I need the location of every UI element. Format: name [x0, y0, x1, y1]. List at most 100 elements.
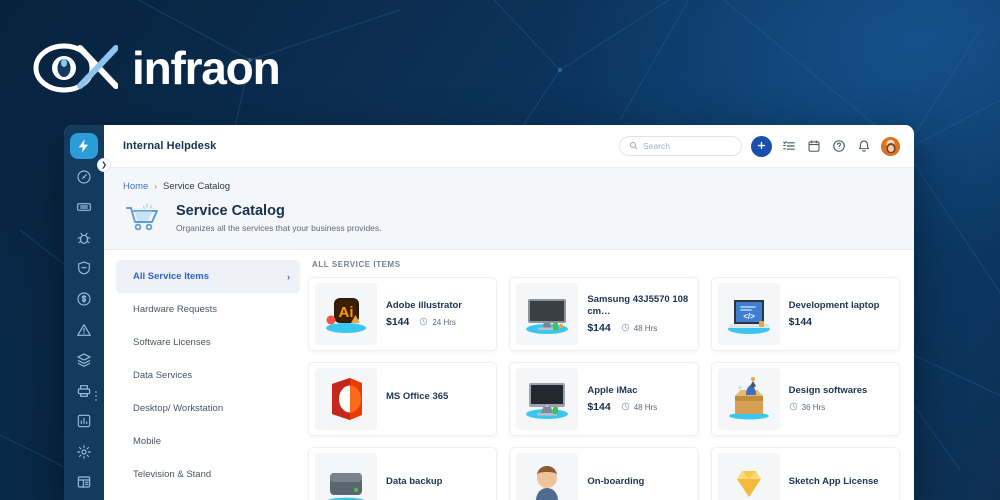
catalog-card-hours: 48 Hrs: [621, 402, 658, 413]
bug-icon: [76, 230, 92, 246]
rail-overflow-dots[interactable]: [95, 391, 97, 401]
category-item-software-licenses[interactable]: Software Licenses: [116, 326, 300, 359]
category-label: Desktop/ Workstation: [133, 403, 224, 414]
catalog-card-meta: $144: [789, 316, 893, 328]
app-title: Internal Helpdesk: [123, 140, 217, 152]
ticket-icon: [76, 199, 92, 215]
category-label: Television & Stand: [133, 469, 212, 480]
rail-item-dashboard[interactable]: [70, 164, 98, 190]
catalog-card-info: Design softwares 36 Hrs: [789, 385, 893, 413]
catalog-card-meta: 36 Hrs: [789, 402, 893, 413]
catalog-card-info: On-boarding: [587, 476, 691, 493]
top-bar-actions: [619, 135, 900, 157]
catalog-card-ms-office-365[interactable]: MS Office 365: [308, 362, 498, 436]
category-item-television-stand[interactable]: Television & Stand: [116, 458, 300, 491]
rail-collapse-toggle[interactable]: ❯: [97, 158, 111, 172]
catalog-section: ALL SERVICE ITEMS Ai Adobe illustrator $…: [300, 250, 914, 500]
rail-item-security[interactable]: [70, 255, 98, 281]
catalog-card-price: $144: [386, 316, 410, 329]
category-item-all-service-items[interactable]: All Service Items ›: [116, 260, 300, 293]
category-list: All Service Items › Hardware Requests So…: [104, 250, 300, 500]
category-item-hardware-requests[interactable]: Hardware Requests: [116, 293, 300, 326]
catalog-card-hours-label: 48 Hrs: [633, 402, 658, 412]
catalog-card-info: Sketch App License: [789, 476, 893, 493]
brand-logo: infraon: [30, 38, 281, 98]
page-title-row: Service Catalog Organizes all the servic…: [123, 201, 895, 235]
breadcrumb: Home › Service Catalog: [123, 181, 895, 192]
catalog-card-adobe-illustrator[interactable]: Ai Adobe illustrator $144 24 Hrs: [308, 277, 498, 351]
rail-item-reports[interactable]: [70, 408, 98, 434]
plus-icon: [756, 139, 767, 154]
category-item-desktop-workstation[interactable]: Desktop/ Workstation: [116, 392, 300, 425]
help-button[interactable]: [831, 138, 847, 154]
page-header-band: Home › Service Catalog Service Catalog O…: [104, 168, 914, 250]
category-item-mobile[interactable]: Mobile: [116, 425, 300, 458]
rail-item-knowledge-base[interactable]: [70, 469, 98, 495]
rail-item-quick-actions[interactable]: [70, 133, 98, 160]
bell-icon: [857, 139, 871, 153]
add-button[interactable]: [751, 135, 772, 157]
catalog-card-apple-imac[interactable]: Apple iMac $144 48 Hrs: [509, 362, 699, 436]
rail-item-alerts[interactable]: [70, 316, 98, 342]
category-item-data-services[interactable]: Data Services: [116, 359, 300, 392]
rail-item-billing[interactable]: [70, 286, 98, 312]
catalog-card-sketch-app-license[interactable]: Sketch App License: [710, 447, 900, 500]
hard-drive-icon: [315, 453, 377, 500]
page-body: All Service Items › Hardware Requests So…: [104, 250, 914, 500]
catalog-card-info: Samsung 43J5570 108 cm… $144 48 Hrs: [587, 294, 691, 335]
main-pane: Internal Helpdesk Search Home › Service …: [104, 125, 914, 500]
catalog-card-data-backup[interactable]: Data backup: [308, 447, 498, 500]
catalog-card-name: Samsung 43J5570 108 cm…: [587, 293, 689, 317]
rail-item-inventory[interactable]: [70, 378, 98, 404]
catalog-card-price: $144: [788, 316, 813, 329]
catalog-card-hours-label: 48 Hrs: [633, 323, 658, 333]
search-icon: [629, 137, 638, 155]
search-input[interactable]: [643, 141, 732, 151]
gauge-icon: [76, 169, 92, 185]
infraon-eye-logo-icon: [30, 38, 119, 98]
monitor-icon: [516, 283, 579, 345]
rail-item-tickets[interactable]: [70, 194, 98, 220]
calendar-button[interactable]: [806, 138, 822, 154]
person-icon: [516, 453, 579, 500]
search-box[interactable]: [619, 136, 742, 156]
brand-name: infraon: [132, 42, 281, 94]
page-title: Service Catalog: [176, 203, 285, 220]
catalog-card-meta: $144 48 Hrs: [587, 322, 691, 334]
shopping-cart-icon: [123, 201, 165, 235]
clock-icon: [789, 402, 798, 413]
catalog-card-name: Adobe illustrator: [386, 299, 463, 311]
catalog-card-meta: $144 48 Hrs: [587, 401, 691, 413]
rail-item-settings[interactable]: [70, 439, 98, 465]
rail-item-assets[interactable]: [70, 347, 98, 373]
rail-item-incidents[interactable]: [70, 225, 98, 251]
tasks-button[interactable]: [781, 138, 797, 154]
catalog-card-price: $144: [587, 401, 611, 414]
notifications-button[interactable]: [856, 138, 872, 154]
catalog-card-info: Development laptop $144: [789, 300, 893, 329]
catalog-card-name: Sketch App License: [788, 475, 879, 487]
layers-icon: [76, 352, 92, 368]
lightning-bolt-icon: [76, 138, 92, 154]
catalog-card-development-laptop[interactable]: </> Development laptop $144: [710, 277, 900, 351]
clock-icon: [419, 317, 428, 328]
catalog-card-on-boarding[interactable]: On-boarding: [509, 447, 699, 500]
list-checklist-icon: [782, 139, 796, 153]
catalog-card-hours: 24 Hrs: [419, 317, 456, 328]
catalog-card-hours: 48 Hrs: [621, 323, 658, 334]
catalog-card-name: Development laptop: [788, 299, 880, 311]
category-label: All Service Items: [133, 271, 210, 282]
svg-text:Ai: Ai: [339, 304, 354, 321]
gear-icon: [76, 444, 92, 460]
warning-triangle-icon: [76, 322, 92, 338]
breadcrumb-home[interactable]: Home: [123, 181, 148, 192]
catalog-card-design-softwares[interactable]: Design softwares 36 Hrs: [710, 362, 900, 436]
laptop-code-icon: </>: [717, 283, 780, 345]
clock-icon: [621, 402, 630, 413]
user-avatar[interactable]: [881, 136, 900, 156]
catalog-card-name: Apple iMac: [587, 384, 638, 396]
catalog-section-title: ALL SERVICE ITEMS: [312, 260, 401, 269]
calendar-icon: [807, 139, 821, 153]
category-label: Data Services: [133, 370, 193, 381]
catalog-card-samsung-43j5570-108-cm[interactable]: Samsung 43J5570 108 cm… $144 48 Hrs: [509, 277, 699, 351]
